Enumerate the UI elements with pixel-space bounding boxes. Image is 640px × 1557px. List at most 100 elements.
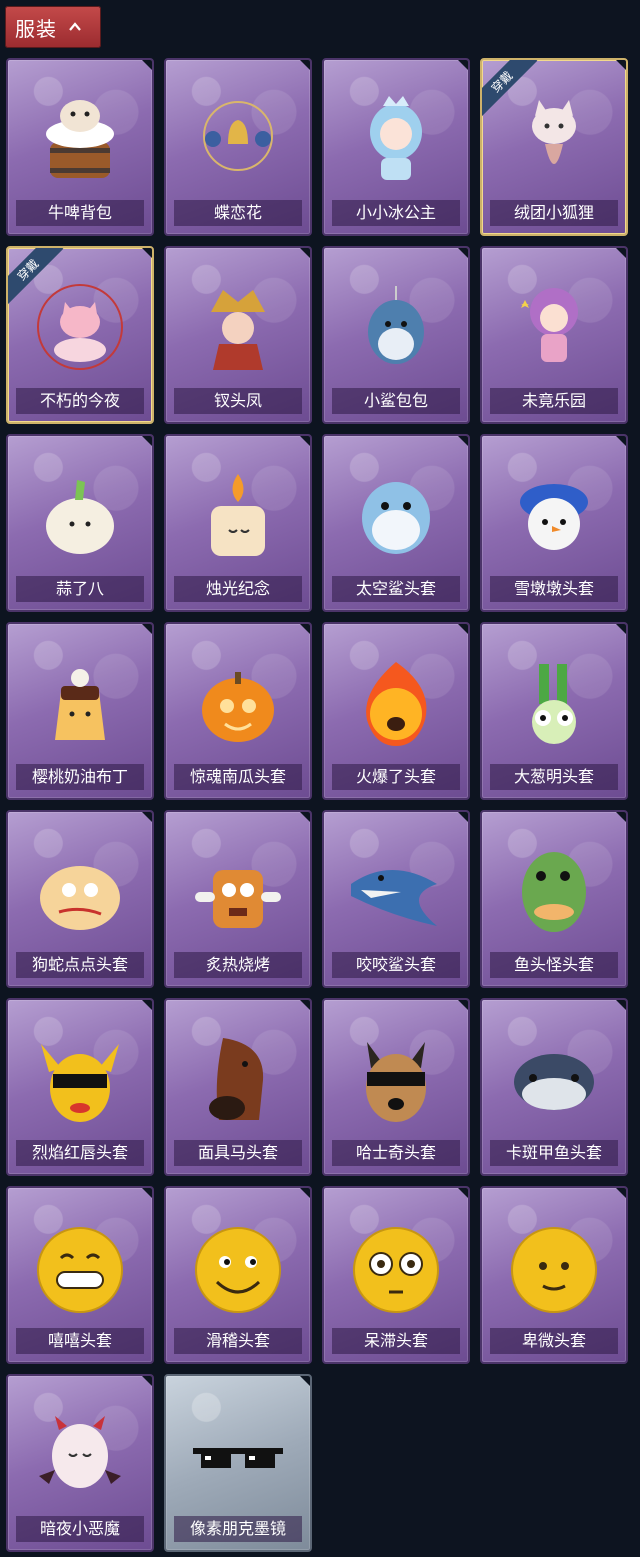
card-corner-notch [298,60,310,72]
card-corner-notch [298,1188,310,1200]
costume-art [8,1202,152,1332]
biting-shark-icon [351,870,437,926]
costume-name: 卡斑甲鱼头套 [490,1140,618,1166]
costume-art [166,1202,310,1332]
costume-art [482,638,626,768]
card-corner-notch [456,248,468,260]
costume-card[interactable]: 惊魂南瓜头套 [164,622,312,800]
costume-card[interactable]: 咬咬鲨头套 [322,810,470,988]
costume-art [324,450,468,580]
costume-name: 烛光纪念 [174,576,302,602]
costume-card[interactable]: 蒜了八 [6,434,154,612]
grin-emoji-icon [37,1227,123,1313]
costume-card[interactable]: 穿戴 绒团小狐狸 [480,58,628,236]
costume-name: 暗夜小恶魔 [16,1516,144,1542]
costume-card[interactable]: 炙热烧烤 [164,810,312,988]
costume-card[interactable]: 牛啤背包 [6,58,154,236]
card-corner-notch [140,1376,152,1388]
card-corner-notch [298,436,310,448]
costume-art [8,450,152,580]
costume-grid: 牛啤背包 蝶恋花 小小冰公主 穿戴 绒团小狐狸穿戴 不朽的今夜 钗头凤 小鲨包包 未竟乐园蒜了八… [6,58,636,1552]
costume-card[interactable]: 呆滞头套 [322,1186,470,1364]
costume-card[interactable]: 太空鲨头套 [322,434,470,612]
costume-name: 大葱明头套 [490,764,618,790]
card-corner-notch [456,812,468,824]
costume-name: 面具马头套 [174,1140,302,1166]
costume-art [8,1390,152,1520]
costume-art [482,262,626,392]
card-corner-notch [614,436,626,448]
cat-bowl-icon [37,284,123,370]
husky-sunglasses-icon [366,1042,426,1122]
card-corner-notch [140,1000,152,1012]
card-corner-notch [614,624,626,636]
costume-card[interactable]: 鱼头怪头套 [480,810,628,988]
barbecue-head-icon [195,870,281,928]
costume-art [324,1014,468,1144]
costume-name: 钗头凤 [174,388,302,414]
costume-art [166,74,310,204]
card-corner-notch [298,624,310,636]
costume-art [482,826,626,956]
costume-card[interactable]: 卑微头套 [480,1186,628,1364]
costume-card[interactable]: 烛光纪念 [164,434,312,612]
costume-card[interactable]: 卡斑甲鱼头套 [480,998,628,1176]
costume-name: 鱼头怪头套 [490,952,618,978]
costume-card[interactable]: 穿戴 不朽的今夜 [6,246,154,424]
bell-ornament-icon [203,101,273,171]
chevron-up-icon [69,22,81,31]
category-title: 服装 [15,16,57,41]
shark-head-icon [362,482,430,554]
costume-card[interactable]: 滑稽头套 [164,1186,312,1364]
costume-art [324,826,468,956]
costume-card[interactable]: 钗头凤 [164,246,312,424]
fish-monster-icon [522,852,586,932]
costume-category-button[interactable]: 服装 [5,6,101,48]
costume-card[interactable]: 小鲨包包 [322,246,470,424]
costume-card[interactable]: 小小冰公主 [322,58,470,236]
costume-card[interactable]: 烈焰红唇头套 [6,998,154,1176]
costume-card[interactable]: 像素朋克墨镜 [164,1374,312,1552]
costume-name: 雪墩墩头套 [490,576,618,602]
costume-art [8,74,152,204]
costume-art [166,450,310,580]
costume-name: 蒜了八 [16,576,144,602]
ice-princess-icon [370,96,422,180]
card-corner-notch [614,248,626,260]
costume-card[interactable]: 面具马头套 [164,998,312,1176]
costume-art [8,1014,152,1144]
beer-barrel-cow-icon [46,100,114,178]
costume-name: 哈士奇头套 [332,1140,460,1166]
costume-card[interactable]: 雪墩墩头套 [480,434,628,612]
card-corner-notch [614,60,626,72]
costume-card[interactable]: 狗蛇点点头套 [6,810,154,988]
costume-name: 烈焰红唇头套 [16,1140,144,1166]
garlic-icon [46,480,114,554]
card-corner-notch [140,1188,152,1200]
costume-card[interactable]: 樱桃奶油布丁 [6,622,154,800]
costume-card[interactable]: 蝶恋花 [164,58,312,236]
humble-emoji-icon [511,1227,597,1313]
card-corner-notch [140,60,152,72]
card-corner-notch [456,60,468,72]
pudding-icon [55,669,105,740]
snowman-head-icon [520,484,588,550]
pumpkin-icon [202,672,274,742]
costume-art [482,450,626,580]
costume-name: 滑稽头套 [174,1328,302,1354]
costume-name: 绒团小狐狸 [490,200,618,226]
costume-card[interactable]: 大葱明头套 [480,622,628,800]
costume-name: 嘻嘻头套 [16,1328,144,1354]
costume-card[interactable]: 火爆了头套 [322,622,470,800]
costume-name: 像素朋克墨镜 [174,1516,302,1542]
costume-card[interactable]: 未竟乐园 [480,246,628,424]
fire-head-icon [366,662,427,746]
costume-art [166,1014,310,1144]
costume-card[interactable]: 哈士奇头套 [322,998,470,1176]
costume-card[interactable]: 暗夜小恶魔 [6,1374,154,1552]
card-corner-notch [298,1000,310,1012]
costume-art [166,262,310,392]
costume-name: 小小冰公主 [332,200,460,226]
costume-name: 太空鲨头套 [332,576,460,602]
costume-card[interactable]: 嘻嘻头套 [6,1186,154,1364]
